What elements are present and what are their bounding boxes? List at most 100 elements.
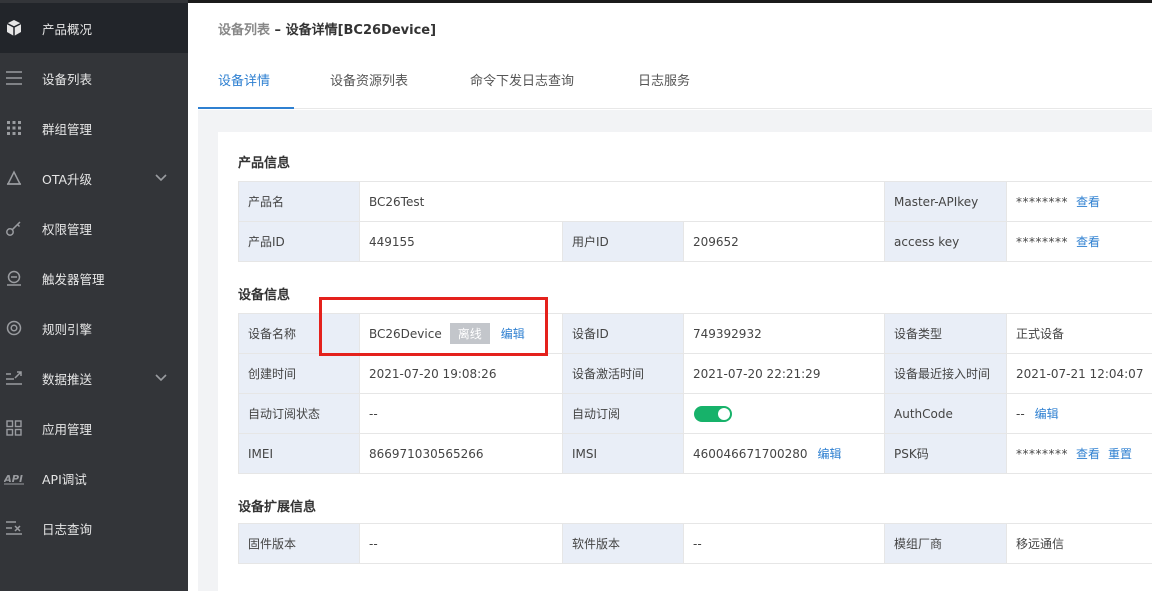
authcode-value: -- — [1016, 407, 1025, 421]
apps-icon — [4, 418, 24, 438]
activated-time-label: 设备激活时间 — [562, 353, 684, 394]
sidebar-item-rule-engine[interactable]: 规则引擎 — [0, 303, 188, 353]
grid-dots-icon — [4, 118, 24, 138]
master-apikey-label: Master-APIkey — [884, 181, 1008, 222]
product-id-value: 449155 — [359, 221, 563, 262]
authcode-cell: -- 编辑 — [1006, 393, 1152, 434]
software-version-value: -- — [683, 523, 885, 564]
created-time-value: 2021-07-20 19:08:26 — [359, 353, 563, 394]
chevron-down-icon[interactable] — [154, 371, 168, 385]
last-access-time-value: 2021-07-21 12:04:07 — [1006, 353, 1152, 394]
authcode-label: AuthCode — [884, 393, 1007, 434]
device-type-label: 设备类型 — [884, 313, 1007, 354]
imei-label: IMEI — [238, 433, 360, 474]
product-name-value: BC26Test — [358, 181, 886, 222]
auto-subscribe-status-value: -- — [359, 393, 563, 434]
user-id-label: 用户ID — [562, 221, 684, 262]
tab-log-service[interactable]: 日志服务 — [618, 53, 710, 109]
key-icon — [4, 218, 24, 238]
table-row: 产品ID 449155 用户ID 209652 access key *****… — [238, 221, 1152, 262]
table-row: 创建时间 2021-07-20 19:08:26 设备激活时间 2021-07-… — [238, 353, 1152, 394]
tab-bar: 设备详情 设备资源列表 命令下发日志查询 日志服务 — [198, 53, 1152, 109]
product-name-label: 产品名 — [238, 181, 360, 222]
imsi-edit-link[interactable]: 编辑 — [818, 447, 842, 461]
sidebar-item-label: 设备列表 — [42, 71, 93, 87]
last-access-time-label: 设备最近接入时间 — [884, 353, 1007, 394]
data-push-icon — [4, 368, 24, 388]
sidebar-item-trigger-management[interactable]: 触发器管理 — [0, 253, 188, 303]
sidebar-item-label: API调试 — [42, 471, 87, 487]
device-name-edit-link[interactable]: 编辑 — [501, 327, 525, 341]
master-apikey-cell: ******** 查看 — [1006, 181, 1152, 222]
sidebar-item-api-debug[interactable]: API API调试 — [0, 453, 188, 503]
table-row: 产品名 BC26Test Master-APIkey ******** 查看 — [238, 181, 1152, 222]
activated-time-value: 2021-07-20 22:21:29 — [683, 353, 885, 394]
sidebar-item-product-overview[interactable]: 产品概况 — [0, 3, 188, 53]
sidebar-item-group-management[interactable]: 群组管理 — [0, 103, 188, 153]
sidebar-item-label: OTA升级 — [42, 171, 93, 187]
imsi-cell: 460046671700280 编辑 — [683, 433, 885, 474]
access-key-label: access key — [884, 221, 1008, 262]
chevron-down-icon[interactable] — [154, 171, 168, 185]
extended-info-table: 固件版本 -- 软件版本 -- 模组厂商 移远通信 — [238, 523, 1152, 564]
table-row: 设备名称 BC26Device 离线 编辑 设备ID 749392932 设备类型 … — [238, 313, 1152, 354]
auto-subscribe-cell — [683, 393, 885, 434]
auto-subscribe-toggle[interactable] — [694, 405, 732, 422]
device-name-value: BC26Device — [369, 327, 442, 341]
access-key-value: ******** — [1016, 235, 1069, 249]
authcode-edit-link[interactable]: 编辑 — [1035, 407, 1059, 421]
firmware-version-label: 固件版本 — [238, 523, 360, 564]
sidebar-item-label: 规则引擎 — [42, 321, 93, 337]
access-key-cell: ******** 查看 — [1006, 221, 1152, 262]
psk-view-link[interactable]: 查看 — [1076, 447, 1100, 461]
psk-reset-link[interactable]: 重置 — [1108, 447, 1132, 461]
svg-text:API: API — [4, 474, 23, 485]
module-vendor-value: 移远通信 — [1006, 523, 1152, 564]
created-time-label: 创建时间 — [238, 353, 360, 394]
master-apikey-value: ******** — [1016, 195, 1069, 209]
tab-device-resources[interactable]: 设备资源列表 — [310, 53, 428, 109]
product-id-label: 产品ID — [238, 221, 360, 262]
device-info-table: 设备名称 BC26Device 离线 编辑 设备ID 749392932 设备类型 … — [238, 313, 1152, 474]
device-id-value: 749392932 — [683, 313, 885, 354]
sidebar-item-ota-upgrade[interactable]: OTA升级 — [0, 153, 188, 203]
rule-engine-icon — [4, 318, 24, 338]
device-id-label: 设备ID — [562, 313, 684, 354]
device-name-cell: BC26Device 离线 编辑 — [359, 313, 563, 354]
sidebar-item-label: 触发器管理 — [42, 271, 105, 287]
toggle-knob — [718, 407, 730, 420]
api-icon: API — [4, 468, 24, 488]
breadcrumb-separator: – — [270, 23, 286, 38]
trigger-icon — [4, 268, 24, 288]
sidebar-item-label: 应用管理 — [42, 421, 93, 437]
sidebar-item-device-list[interactable]: 设备列表 — [0, 53, 188, 103]
firmware-version-value: -- — [359, 523, 563, 564]
user-id-value: 209652 — [682, 221, 886, 262]
sidebar-item-log-query[interactable]: 日志查询 — [0, 503, 188, 553]
psk-value: ******** — [1016, 447, 1068, 461]
breadcrumb-current: 设备详情[BC26Device] — [285, 23, 437, 38]
breadcrumb: 设备列表 – 设备详情[BC26Device] — [218, 19, 436, 38]
table-row: IMEI 866971030565266 IMSI 46004667170028… — [238, 433, 1152, 474]
tab-device-details[interactable]: 设备详情 — [198, 53, 294, 109]
master-apikey-view-link[interactable]: 查看 — [1076, 195, 1100, 209]
cube-icon — [4, 18, 24, 38]
sidebar: 产品概况 设备列表 群组管理 OTA升级 权限管理 触发器管理 规则引擎 数据推… — [0, 0, 188, 591]
breadcrumb-parent-link[interactable]: 设备列表 — [218, 23, 270, 38]
tab-command-log[interactable]: 命令下发日志查询 — [450, 53, 594, 109]
psk-cell: ******** 查看 重置 — [1006, 433, 1152, 474]
imsi-label: IMSI — [562, 433, 684, 474]
sidebar-item-label: 日志查询 — [42, 521, 93, 537]
sidebar-item-app-management[interactable]: 应用管理 — [0, 403, 188, 453]
section-title-extended-info: 设备扩展信息 — [238, 500, 317, 515]
table-row: 固件版本 -- 软件版本 -- 模组厂商 移远通信 — [238, 523, 1152, 564]
imsi-value: 460046671700280 — [693, 447, 808, 461]
imei-value: 866971030565266 — [359, 433, 563, 474]
table-row: 自动订阅状态 -- 自动订阅 AuthCode -- 编辑 — [238, 393, 1152, 434]
module-vendor-label: 模组厂商 — [884, 523, 1007, 564]
log-icon — [4, 518, 24, 538]
sidebar-item-permission-management[interactable]: 权限管理 — [0, 203, 188, 253]
access-key-view-link[interactable]: 查看 — [1076, 235, 1100, 249]
sidebar-item-data-push[interactable]: 数据推送 — [0, 353, 188, 403]
main-content: 设备列表 – 设备详情[BC26Device] 设备详情 设备资源列表 命令下发… — [188, 3, 1152, 591]
